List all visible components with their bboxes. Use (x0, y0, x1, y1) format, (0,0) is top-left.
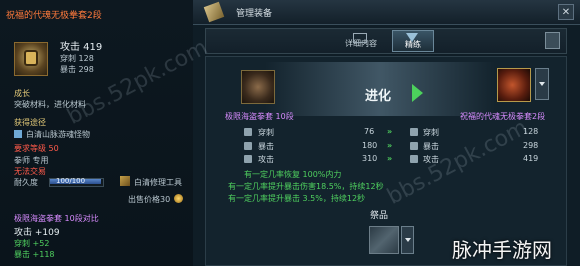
source-text: 白清山脉游魂怪物 (26, 130, 90, 139)
crit-icon (410, 142, 418, 150)
material-slot[interactable] (369, 226, 399, 254)
materials-label: 祭品 (370, 211, 389, 221)
coin-icon (174, 194, 183, 203)
stat-value-right: 419 (523, 154, 539, 163)
close-button[interactable]: ✕ (558, 4, 574, 20)
stat-name-right: 穿刺 (423, 128, 439, 137)
brand-logo: 脉冲手游网 (452, 238, 552, 262)
growth-label: 成长 (14, 89, 30, 98)
material-dropdown[interactable] (401, 226, 414, 254)
stat-name-left: 暴击 (258, 142, 274, 151)
durability-value: 100/100 (56, 177, 86, 185)
repair-tool-text: 白清修理工具 (134, 178, 182, 187)
chevron-right-icon: » (387, 154, 393, 163)
stat-name-left: 穿刺 (258, 128, 274, 137)
crit-icon (244, 142, 252, 150)
result-item-slot[interactable] (497, 68, 531, 102)
sell-price: 出售价格30 (128, 195, 171, 204)
stat-name-right: 暴击 (423, 142, 439, 151)
attack-icon (410, 155, 418, 163)
source-item-name: 极限海盗拳套 10段 (225, 112, 294, 121)
class-restriction: 拳师 专用 (14, 156, 49, 165)
required-level: 要求等级 50 (14, 144, 59, 153)
window-title: 管理装备 (236, 9, 273, 19)
attack-icon (244, 155, 252, 163)
evolve-label: 进化 (365, 89, 392, 104)
tooltip-item-title: 祝福的代魂无极拳套2段 (6, 11, 102, 21)
effect-line: 有一定几率提升暴击伤害18.5%，持续12秒 (228, 182, 384, 191)
tooltip-attack: 攻击 419 (60, 42, 103, 53)
repair-tool-icon (120, 176, 130, 186)
compare-attack: 攻击 +109 (14, 228, 60, 238)
stat-value-left: 76 (364, 127, 375, 136)
stat-value-left: 180 (362, 141, 378, 150)
source-icon (14, 130, 22, 138)
compare-pierce: 穿刺 +52 (14, 239, 50, 248)
compare-title: 极限海盗拳套 10段对比 (14, 214, 99, 223)
tooltip-pierce: 穿刺 128 (60, 54, 94, 63)
arrow-right-icon (412, 84, 423, 102)
tooltip-crit: 暴击 298 (60, 65, 94, 74)
chevron-right-icon: » (387, 127, 393, 136)
pierce-icon (244, 128, 252, 136)
source-item-slot[interactable] (241, 70, 275, 104)
pierce-icon (410, 128, 418, 136)
lock-icon (24, 50, 38, 66)
durability-label: 耐久度 (14, 178, 38, 187)
effect-line: 有一定几率提升暴击 3.5%，持续12秒 (228, 194, 366, 203)
no-trade-text: 无法交易 (14, 167, 46, 176)
result-dropdown[interactable] (535, 68, 549, 100)
book-icon[interactable] (545, 32, 560, 49)
chevron-right-icon: » (387, 141, 393, 150)
compare-crit: 暴击 +118 (14, 250, 55, 259)
stat-value-left: 310 (362, 154, 378, 163)
source-label: 获得途径 (14, 118, 46, 127)
details-icon (353, 33, 367, 43)
effect-line: 有一定几率恢复 100%内力 (244, 170, 342, 179)
stat-value-right: 298 (523, 141, 539, 150)
result-item-name: 祝福的代魂无极拳套2段 (460, 112, 546, 121)
stat-name-left: 攻击 (258, 155, 274, 164)
